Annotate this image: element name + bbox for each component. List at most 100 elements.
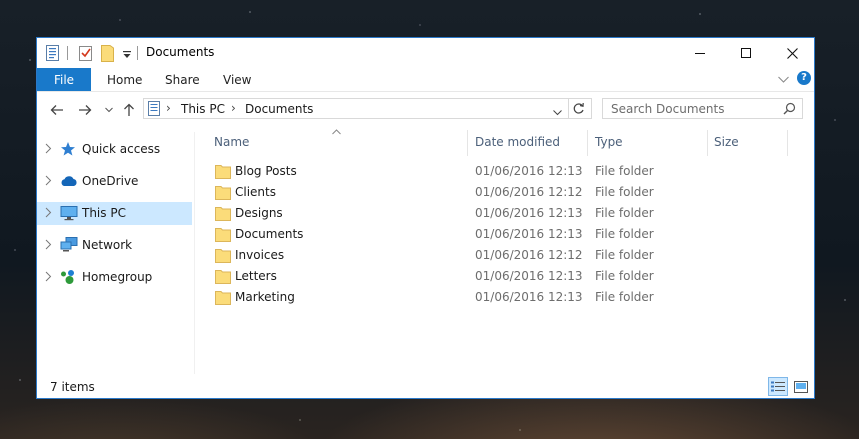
star-icon — [60, 141, 76, 160]
minimize-icon — [695, 53, 705, 54]
customize-dropdown-icon[interactable] — [123, 48, 131, 62]
expand-ribbon-chevron-icon[interactable] — [778, 73, 789, 87]
window-title: Documents — [146, 45, 215, 59]
up-button[interactable] — [119, 100, 139, 120]
folder-icon — [215, 290, 231, 308]
file-name[interactable]: Letters — [235, 269, 277, 283]
breadcrumb-separator-icon[interactable]: › — [231, 101, 236, 115]
checkmark-icon[interactable] — [79, 45, 93, 64]
list-item[interactable]: Marketing 01/06/2016 12:13 File folder — [211, 287, 791, 308]
list-item[interactable]: Designs 01/06/2016 12:13 File folder — [211, 203, 791, 224]
status-bar: 7 items — [37, 375, 814, 398]
sidebar-item-homegroup[interactable]: Homegroup — [37, 266, 192, 289]
file-name[interactable]: Documents — [235, 227, 303, 241]
breadcrumb-documents[interactable]: Documents — [245, 102, 313, 116]
column-header-date-modified[interactable]: Date modified — [475, 135, 560, 149]
breadcrumb-this-pc[interactable]: This PC — [181, 102, 225, 116]
sidebar-item-label: This PC — [82, 206, 126, 220]
list-item[interactable]: Letters 01/06/2016 12:13 File folder — [211, 266, 791, 287]
folder-icon — [215, 248, 231, 266]
close-icon — [786, 47, 798, 59]
address-history-chevron-icon[interactable] — [553, 105, 562, 119]
file-type: File folder — [595, 185, 654, 199]
file-type: File folder — [595, 206, 654, 220]
expand-chevron-icon[interactable] — [45, 143, 52, 157]
large-icons-view-button[interactable] — [791, 377, 811, 396]
column-divider[interactable] — [587, 130, 588, 156]
folder-icon — [215, 269, 231, 287]
sidebar-item-label: Homegroup — [82, 270, 153, 284]
folder-icon — [215, 227, 231, 245]
folder-icon — [215, 164, 231, 182]
back-button[interactable] — [47, 100, 67, 120]
list-item[interactable]: Blog Posts 01/06/2016 12:13 File folder — [211, 161, 791, 182]
sidebar-item-this-pc[interactable]: This PC — [37, 202, 192, 225]
sidebar-item-onedrive[interactable]: OneDrive — [37, 170, 192, 193]
column-divider[interactable] — [467, 130, 468, 156]
arrow-left-icon — [50, 105, 63, 115]
recent-locations-button[interactable] — [99, 100, 119, 120]
breadcrumb-separator-icon[interactable]: › — [166, 101, 171, 115]
documents-location-icon — [148, 101, 160, 119]
search-box[interactable]: Search Documents — [602, 98, 803, 119]
navigation-pane: Quick access OneDrive This PC Network Ho… — [37, 132, 195, 374]
expand-chevron-icon[interactable] — [45, 271, 52, 285]
sidebar-item-label: Network — [82, 238, 133, 252]
column-header-type[interactable]: Type — [595, 135, 623, 149]
expand-chevron-icon[interactable] — [45, 239, 52, 253]
tab-file[interactable]: File — [37, 68, 91, 91]
file-date-modified: 01/06/2016 12:13 — [475, 227, 583, 241]
file-date-modified: 01/06/2016 12:13 — [475, 164, 583, 178]
navigation-bar: › This PC › Documents Search Documents — [37, 96, 814, 124]
address-bar[interactable]: › This PC › Documents — [143, 98, 592, 119]
properties-icon[interactable] — [46, 45, 59, 64]
refresh-icon[interactable] — [572, 102, 585, 118]
maximize-icon — [741, 48, 751, 58]
file-list: Name Date modified Type Size Blog Posts … — [195, 126, 814, 374]
list-item[interactable]: Documents 01/06/2016 12:13 File folder — [211, 224, 791, 245]
monitor-icon — [60, 205, 78, 224]
arrow-right-icon — [79, 105, 92, 115]
file-type: File folder — [595, 227, 654, 241]
sidebar-item-network[interactable]: Network — [37, 234, 192, 257]
chevron-down-icon — [105, 107, 113, 113]
column-divider[interactable] — [787, 130, 788, 156]
toolbar-divider — [137, 46, 138, 60]
title-bar: Documents — [37, 38, 814, 68]
file-name[interactable]: Marketing — [235, 290, 295, 304]
file-date-modified: 01/06/2016 12:13 — [475, 290, 583, 304]
file-name[interactable]: Clients — [235, 185, 276, 199]
list-item[interactable]: Clients 01/06/2016 12:12 File folder — [211, 182, 791, 203]
tab-home[interactable]: Home — [107, 73, 142, 87]
list-item[interactable]: Invoices 01/06/2016 12:12 File folder — [211, 245, 791, 266]
maximize-button[interactable] — [723, 38, 769, 68]
expand-chevron-icon[interactable] — [45, 207, 52, 221]
file-type: File folder — [595, 269, 654, 283]
forward-button[interactable] — [75, 100, 95, 120]
folder-icon — [215, 185, 231, 203]
ribbon-tabs: File Home Share View ? — [37, 68, 814, 91]
minimize-button[interactable] — [677, 38, 723, 68]
new-folder-icon[interactable] — [101, 45, 114, 65]
column-header-name[interactable]: Name — [214, 135, 249, 149]
file-type: File folder — [595, 248, 654, 262]
search-input[interactable]: Search Documents — [611, 102, 724, 116]
tab-share[interactable]: Share — [165, 73, 200, 87]
tab-view[interactable]: View — [223, 73, 251, 87]
large-icons-view-icon — [794, 380, 808, 393]
expand-chevron-icon[interactable] — [45, 175, 52, 189]
search-icon[interactable] — [783, 102, 796, 118]
arrow-up-icon — [124, 103, 134, 116]
column-header-size[interactable]: Size — [714, 135, 739, 149]
help-icon[interactable]: ? — [797, 71, 811, 85]
file-name[interactable]: Invoices — [235, 248, 284, 262]
file-date-modified: 01/06/2016 12:13 — [475, 269, 583, 283]
details-view-button[interactable] — [768, 377, 788, 396]
file-name[interactable]: Designs — [235, 206, 283, 220]
close-button[interactable] — [769, 38, 815, 68]
file-name[interactable]: Blog Posts — [235, 164, 297, 178]
file-date-modified: 01/06/2016 12:13 — [475, 206, 583, 220]
sidebar-item-quick-access[interactable]: Quick access — [37, 138, 192, 161]
column-divider[interactable] — [707, 130, 708, 156]
folder-icon — [215, 206, 231, 224]
